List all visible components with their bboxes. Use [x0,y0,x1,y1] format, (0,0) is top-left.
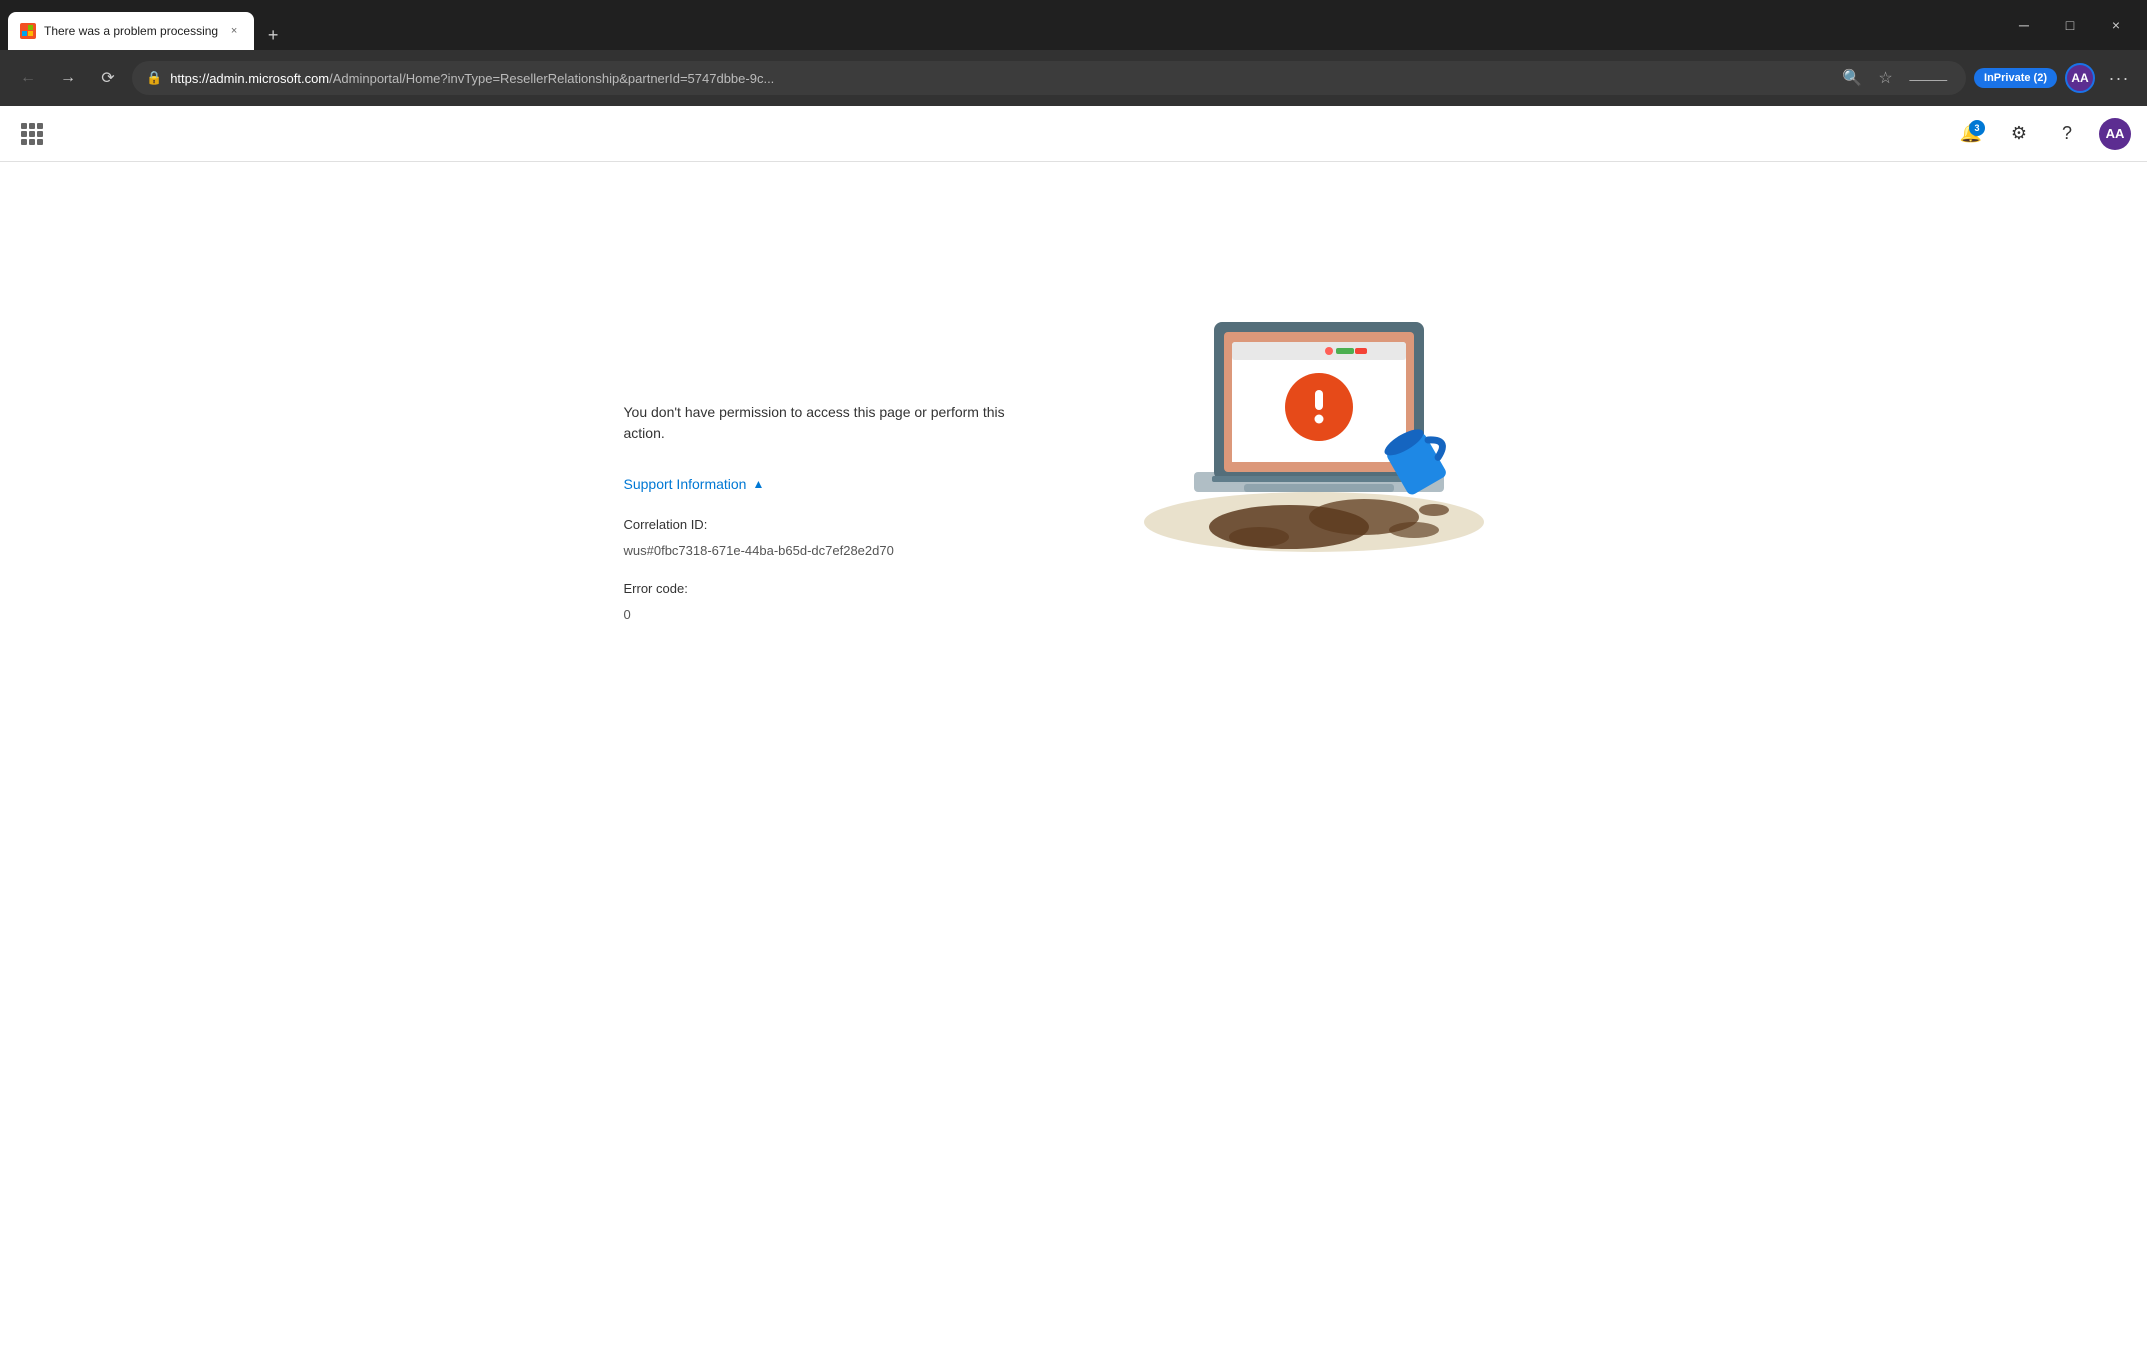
error-code-value: 0 [624,602,1044,628]
tab-favicon [20,23,36,39]
navigation-bar: ← → ⟳ 🔒 https://admin.microsoft.com/Admi… [0,50,2147,106]
apps-launcher-button[interactable] [16,118,48,150]
error-illustration [1104,242,1524,567]
favorites-icon[interactable]: ☆ [1874,64,1896,92]
minimize-button[interactable]: ─ [2001,0,2047,50]
active-tab[interactable]: There was a problem processing × [8,12,254,50]
title-bar: There was a problem processing × + ─ □ × [0,0,2147,50]
lock-icon: 🔒 [146,70,162,86]
error-code-label: Error code: [624,576,1044,602]
support-details: Correlation ID: wus#0fbc7318-671e-44ba-b… [624,512,1044,628]
tab-title: There was a problem processing [44,24,218,38]
correlation-id-value: wus#0fbc7318-671e-44ba-b65d-dc7ef28e2d70 [624,538,1044,564]
profile-avatar[interactable]: AA [2099,118,2131,150]
notification-badge: 3 [1969,120,1985,136]
maximize-button[interactable]: □ [2047,0,2093,50]
help-button[interactable]: ? [2051,118,2083,150]
error-text-section: You don't have permission to access this… [624,242,1044,628]
support-info-label: Support Information [624,476,747,492]
notification-button[interactable]: 🔔 3 [1955,118,1987,150]
browser-window: There was a problem processing × + ─ □ ×… [0,0,2147,1364]
settings-button[interactable]: ⚙ [2003,118,2035,150]
tab-strip: There was a problem processing × + [8,0,1997,50]
forward-button[interactable]: → [52,62,84,94]
collections-icon[interactable]: ⸻ [1905,62,1952,94]
more-options-button[interactable]: ··· [2103,62,2135,94]
error-container: You don't have permission to access this… [624,242,1524,628]
app-bar: 🔔 3 ⚙ ? AA [0,106,2147,162]
correlation-id-label: Correlation ID: [624,512,1044,538]
chevron-up-icon: ▲ [752,477,764,491]
search-icon[interactable]: 🔍 [1838,64,1866,92]
url-base: https://admin.microsoft.com [170,71,329,86]
support-info-toggle[interactable]: Support Information ▲ [624,476,1044,492]
url-text: https://admin.microsoft.com/Adminportal/… [170,71,1830,86]
profile-avatar-nav[interactable]: AA [2065,63,2095,93]
window-controls: ─ □ × [2001,0,2139,50]
refresh-button[interactable]: ⟳ [92,62,124,94]
new-tab-button[interactable]: + [258,20,288,50]
inprivate-badge[interactable]: InPrivate (2) [1974,68,2057,88]
back-button[interactable]: ← [12,62,44,94]
close-button[interactable]: × [2093,0,2139,50]
address-bar[interactable]: 🔒 https://admin.microsoft.com/Adminporta… [132,61,1966,95]
tab-close-button[interactable]: × [226,23,242,39]
apps-grid-icon [21,123,43,145]
main-content: You don't have permission to access this… [0,162,2147,1364]
laptop-svg [1104,242,1524,562]
app-bar-right: 🔔 3 ⚙ ? AA [1955,118,2131,150]
url-path: /Adminportal/Home?invType=ResellerRelati… [329,71,774,86]
error-message: You don't have permission to access this… [624,402,1044,444]
